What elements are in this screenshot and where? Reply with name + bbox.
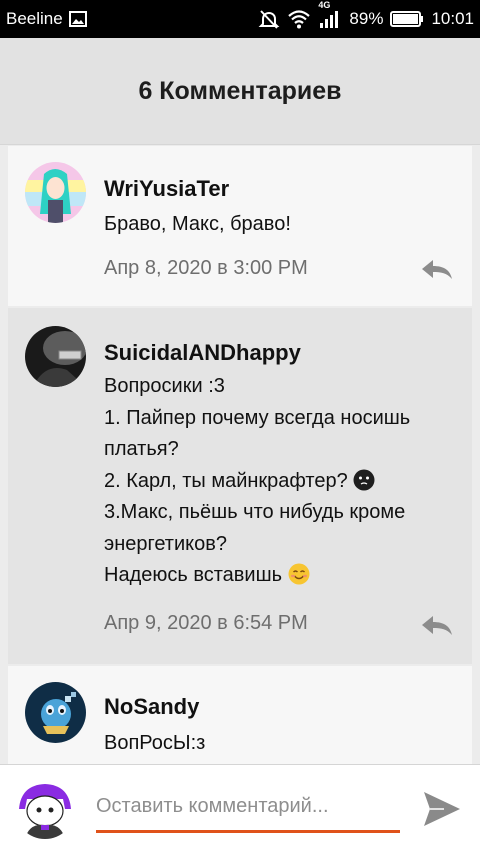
- comment-line-with-emoji: 2. Карл, ты майнкрафтер?: [104, 466, 454, 498]
- dark-face-emoji-icon: [353, 469, 375, 491]
- comment-item: SuicidalANDhappy Вопросики :3 1. Пайпер …: [8, 308, 472, 664]
- wifi-icon: [287, 9, 311, 29]
- clock: 10:01: [431, 9, 474, 28]
- page-title: 6 Комментариев: [138, 76, 342, 105]
- avatar[interactable]: [25, 162, 86, 223]
- comment-text: Вопросики :3 1. Пайпер почему всегда нос…: [104, 371, 454, 592]
- comment-input[interactable]: [96, 793, 400, 833]
- avatar[interactable]: [25, 326, 86, 387]
- comment-date: Апр 9, 2020 в 6:54 PM: [104, 612, 308, 634]
- avatar[interactable]: [25, 682, 86, 743]
- comment-item: WriYusiaTer Браво, Макс, браво! Апр 8, 2…: [8, 146, 472, 306]
- comments-list[interactable]: WriYusiaTer Браво, Макс, браво! Апр 8, 2…: [8, 146, 472, 764]
- comments-header: 6 Комментариев: [0, 38, 480, 145]
- user-avatar[interactable]: [15, 779, 75, 839]
- comment-line: Вопросики :3: [104, 375, 225, 397]
- comment-line: Надеюсь вставишь: [104, 564, 283, 586]
- send-button[interactable]: [420, 789, 464, 833]
- mute-icon: [258, 8, 280, 30]
- reply-icon[interactable]: [420, 614, 454, 636]
- comment-line: энергетиков?: [104, 532, 227, 555]
- battery-percent: 89%: [349, 9, 384, 28]
- comment-author[interactable]: WriYusiaTer: [104, 176, 229, 202]
- image-icon: [68, 11, 87, 27]
- comment-line: 2. Карл, ты майнкрафтер?: [104, 469, 348, 492]
- signal-icon: 4G: [318, 0, 342, 29]
- comment-author[interactable]: NoSandy: [104, 694, 199, 720]
- comment-item: NoSandy ВопРосЫ:з: [8, 666, 472, 764]
- comment-line: ВопРосЫ:з: [104, 732, 206, 754]
- comment-line: Браво, Макс, браво!: [104, 213, 291, 235]
- smiling-face-emoji-icon: [288, 563, 310, 585]
- comment-text: Браво, Макс, браво!: [104, 209, 454, 241]
- carrier-name: Beeline: [6, 9, 63, 28]
- comment-composer: [0, 764, 480, 854]
- battery-icon: [390, 10, 424, 28]
- comment-line: 1. Пайпер почему всегда носишь: [104, 406, 411, 429]
- comment-line: платья?: [104, 438, 179, 460]
- reply-icon[interactable]: [420, 258, 454, 280]
- comment-line: 3.Макс, пьёшь что нибудь кроме: [104, 501, 406, 523]
- status-bar: Beeline 4G 89% 10:01: [0, 0, 480, 38]
- comment-text: ВопРосЫ:з: [104, 728, 454, 760]
- comment-date: Апр 8, 2020 в 3:00 PM: [104, 257, 308, 279]
- network-type: 4G: [318, 0, 331, 10]
- comment-line-with-emoji: Надеюсь вставишь: [104, 560, 454, 592]
- send-icon: [422, 790, 462, 833]
- comment-author[interactable]: SuicidalANDhappy: [104, 340, 301, 366]
